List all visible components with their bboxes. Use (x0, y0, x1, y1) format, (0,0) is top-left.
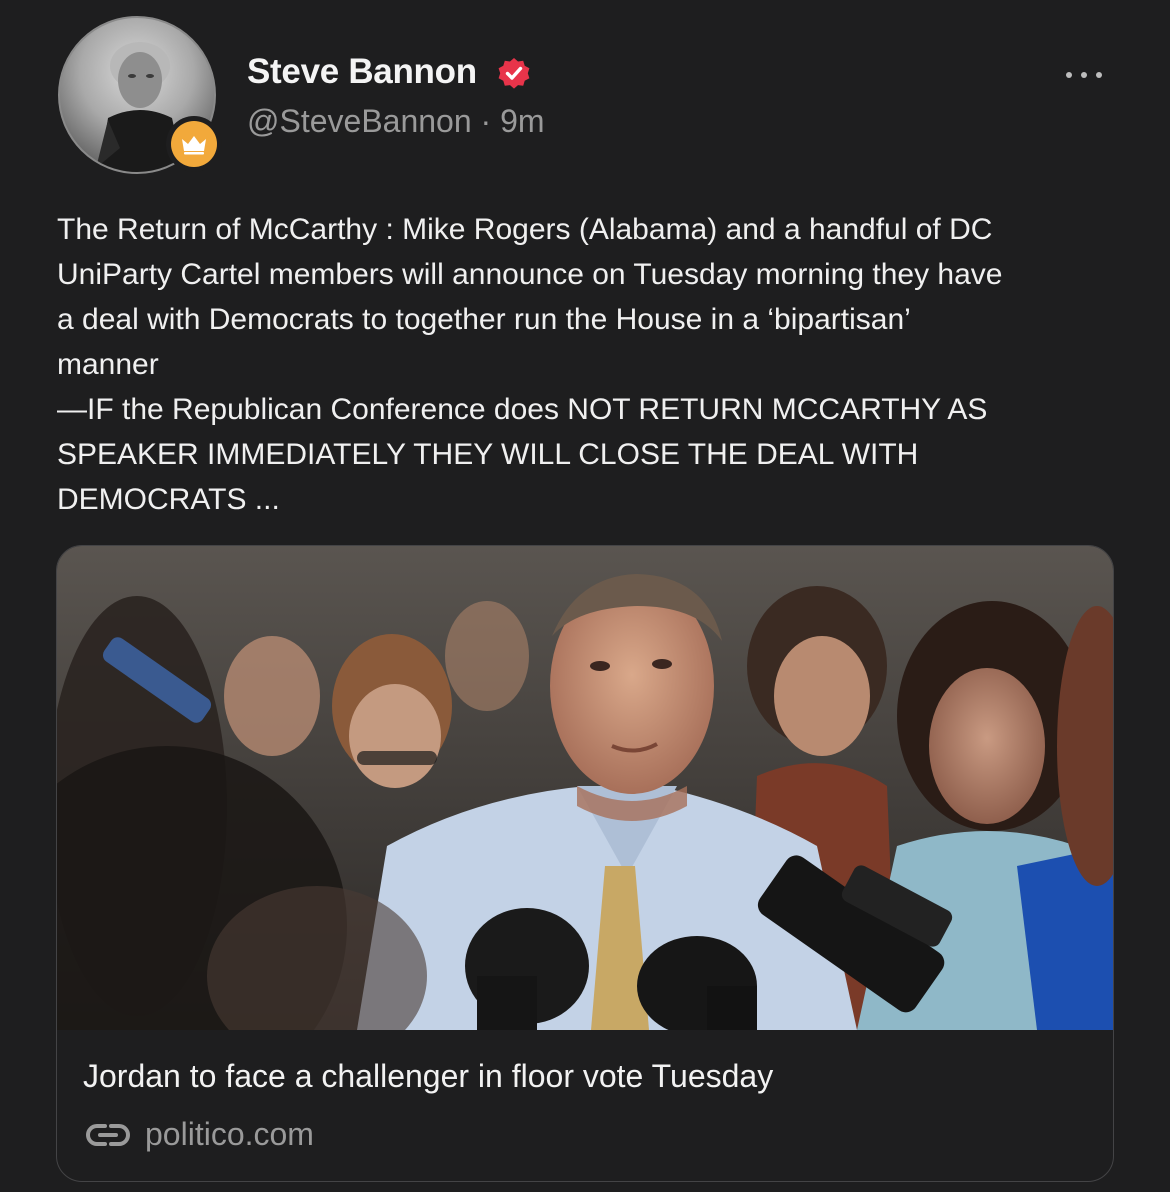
news-photo (57, 546, 1113, 1030)
post-body-line: UniParty Cartel members will announce on… (57, 258, 1003, 291)
author-display-name[interactable]: Steve Bannon (247, 52, 477, 92)
post-body-line: a deal with Democrats to together run th… (57, 303, 911, 336)
post-body-line: The Return of McCarthy : Mike Rogers (Al… (57, 213, 993, 246)
post-body-line: SPEAKER IMMEDIATELY THEY WILL CLOSE THE … (57, 438, 919, 471)
link-preview-title[interactable]: Jordan to face a challenger in floor vot… (83, 1058, 773, 1095)
more-dot-icon (1066, 72, 1072, 78)
author-meta: @SteveBannon · 9m (247, 103, 545, 140)
post-body-line: —IF the Republican Conference does NOT R… (57, 393, 988, 426)
post: Steve Bannon @SteveBannon · 9m The Retur… (0, 0, 1170, 1192)
crown-icon (182, 136, 206, 155)
post-body: The Return of McCarthy : Mike Rogers (Al… (57, 207, 1132, 522)
link-preview-card[interactable]: Jordan to face a challenger in floor vot… (56, 545, 1114, 1182)
meta-separator: · (480, 103, 492, 139)
post-timestamp[interactable]: 9m (500, 103, 544, 139)
link-preview-domain: politico.com (145, 1116, 314, 1152)
link-preview-source: politico.com (85, 1116, 314, 1153)
post-body-line: manner (57, 348, 159, 381)
more-dot-icon (1081, 72, 1087, 78)
verified-badge-icon (498, 58, 530, 89)
post-body-line: DEMOCRATS ... (57, 483, 280, 516)
more-options-button[interactable] (1054, 60, 1114, 90)
more-dot-icon (1096, 72, 1102, 78)
author-handle[interactable]: @SteveBannon (247, 103, 472, 139)
avatar-container[interactable] (58, 16, 222, 174)
crown-badge (166, 116, 222, 172)
link-preview-image[interactable] (57, 546, 1113, 1030)
link-icon (86, 1123, 130, 1146)
